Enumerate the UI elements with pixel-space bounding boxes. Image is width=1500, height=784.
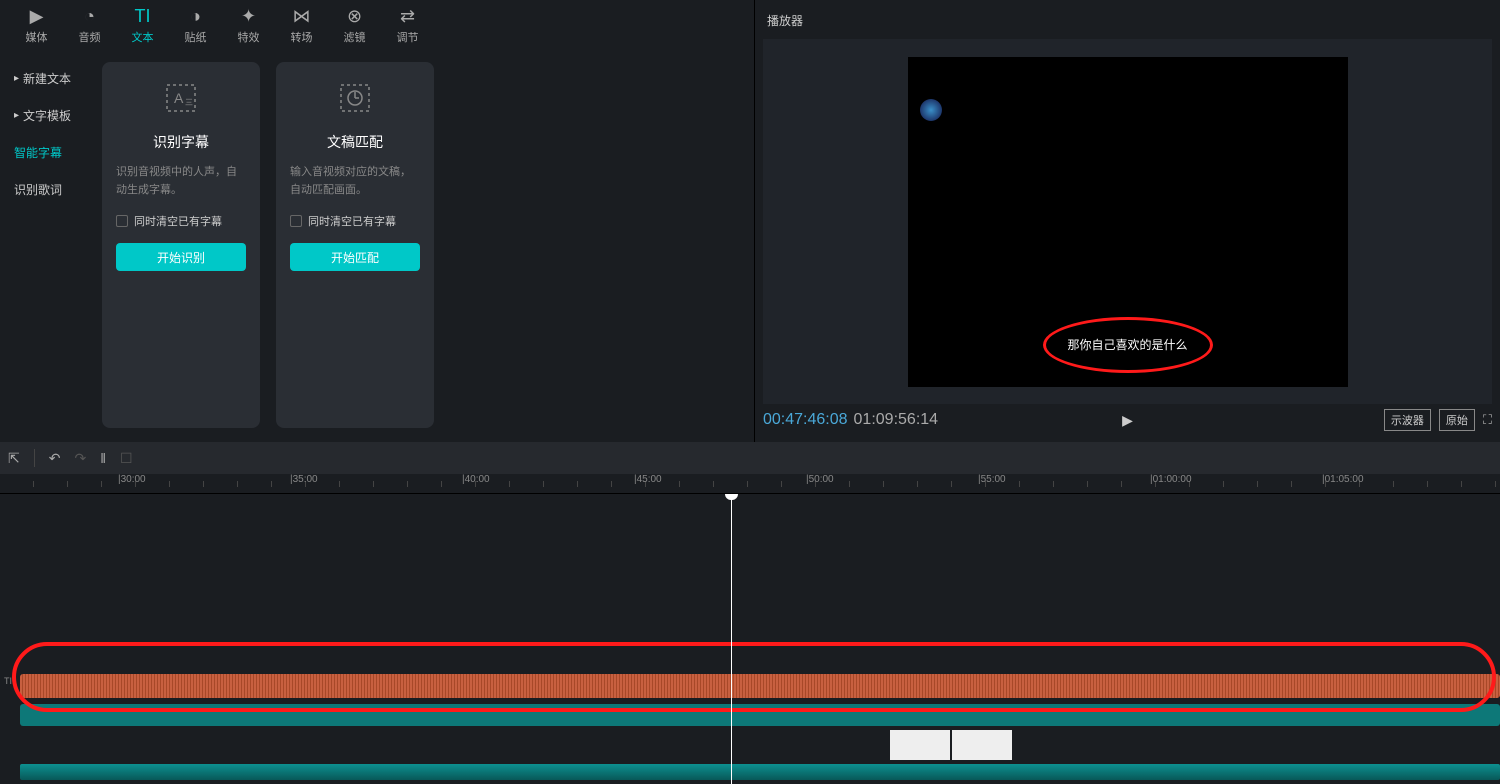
checkbox-icon xyxy=(116,215,128,227)
player-stage: 那你自己喜欢的是什么 xyxy=(763,39,1492,404)
ruler-tick: |45:00 xyxy=(634,474,662,485)
effects-icon: ✦ xyxy=(241,6,256,27)
sidebar-item-lyrics[interactable]: 识别歌词 xyxy=(0,171,90,208)
svg-text:A: A xyxy=(174,90,184,106)
tab-effects[interactable]: ✦特效 xyxy=(222,0,275,50)
audio-track[interactable] xyxy=(20,764,1500,780)
top-tabs: ▶媒体 ◔音频 TI文本 ◑贴纸 ✦特效 ⋈转场 ⊗滤镜 ⇄调节 xyxy=(0,0,754,50)
timeline-ruler[interactable]: |30:00 |35:00 |40:00 |45:00 |50:00 |55:0… xyxy=(0,474,1500,494)
card-checkbox-clear[interactable]: 同时清空已有字幕 xyxy=(290,213,420,229)
video-track[interactable] xyxy=(20,704,1500,726)
ruler-tick: |01:05:00 xyxy=(1322,474,1364,485)
ruler-tick: |40:00 xyxy=(462,474,490,485)
original-button[interactable]: 原始 xyxy=(1439,409,1475,431)
caret-icon: ▸ xyxy=(14,110,19,121)
svg-text:三: 三 xyxy=(185,98,193,107)
checkbox-icon xyxy=(290,215,302,227)
sidebar-item-smart-subtitle[interactable]: 智能字幕 xyxy=(0,134,90,171)
start-match-button[interactable]: 开始匹配 xyxy=(290,243,420,271)
video-logo-icon xyxy=(920,99,942,121)
card-desc: 识别音视频中的人声，自动生成字幕。 xyxy=(116,164,246,199)
track-marker-icon: TI xyxy=(4,676,12,686)
tab-transition[interactable]: ⋈转场 xyxy=(275,0,328,50)
side-menu: ▸新建文本 ▸文字模板 智能字幕 识别歌词 xyxy=(0,50,90,440)
ruler-tick: |55:00 xyxy=(978,474,1006,485)
ruler-tick: |01:00:00 xyxy=(1150,474,1192,485)
playhead-handle-icon[interactable] xyxy=(725,494,738,500)
tab-media[interactable]: ▶媒体 xyxy=(10,0,63,50)
current-time: 00:47:46:08 xyxy=(763,411,848,429)
tab-filter[interactable]: ⊗滤镜 xyxy=(328,0,381,50)
transition-icon: ⋈ xyxy=(293,6,311,27)
script-match-icon xyxy=(335,78,375,118)
thumbnail xyxy=(890,730,950,760)
ruler-tick: |35:00 xyxy=(290,474,318,485)
tab-audio[interactable]: ◔音频 xyxy=(63,0,116,50)
card-title: 识别字幕 xyxy=(153,132,209,152)
pointer-tool-icon[interactable]: ⇱ xyxy=(8,450,20,467)
subtitle-recognize-icon: A三 xyxy=(161,78,201,118)
card-recognize-subtitle: A三 识别字幕 识别音视频中的人声，自动生成字幕。 同时清空已有字幕 开始识别 xyxy=(102,62,260,428)
player-title: 播放器 xyxy=(763,6,1492,39)
caret-icon: ▸ xyxy=(14,73,19,84)
thumbnail-track[interactable] xyxy=(20,730,1500,760)
adjust-icon: ⇄ xyxy=(400,6,415,27)
timeline-tracks[interactable]: TI xyxy=(0,494,1500,784)
sticker-icon: ◑ xyxy=(190,6,201,27)
tab-sticker[interactable]: ◑贴纸 xyxy=(169,0,222,50)
video-preview[interactable]: 那你自己喜欢的是什么 xyxy=(908,57,1348,387)
ruler-tick: |50:00 xyxy=(806,474,834,485)
text-icon: TI xyxy=(135,6,151,27)
split-tool-icon[interactable]: ‖ xyxy=(100,450,106,466)
oscilloscope-button[interactable]: 示波器 xyxy=(1384,409,1431,431)
sidebar-item-new-text[interactable]: ▸新建文本 xyxy=(0,60,90,97)
card-title: 文稿匹配 xyxy=(327,132,383,152)
start-recognize-button[interactable]: 开始识别 xyxy=(116,243,246,271)
playhead[interactable] xyxy=(731,494,732,784)
play-button[interactable]: ▶ xyxy=(1122,412,1133,429)
thumbnail xyxy=(952,730,1012,760)
audio-icon: ◔ xyxy=(84,6,95,27)
sidebar-item-text-template[interactable]: ▸文字模板 xyxy=(0,97,90,134)
filter-icon: ⊗ xyxy=(347,6,362,27)
tab-adjust[interactable]: ⇄调节 xyxy=(381,0,434,50)
card-match-script: 文稿匹配 输入音视频对应的文稿，自动匹配画面。 同时清空已有字幕 开始匹配 xyxy=(276,62,434,428)
card-desc: 输入音视频对应的文稿，自动匹配画面。 xyxy=(290,164,420,199)
timeline-toolbar: ⇱ ↶ ↷ ‖ ☐ xyxy=(0,442,1500,474)
crop-tool-icon[interactable]: ☐ xyxy=(120,450,133,467)
total-time: 01:09:56:14 xyxy=(854,411,939,429)
undo-button[interactable]: ↶ xyxy=(49,450,61,467)
media-icon: ▶ xyxy=(30,6,44,27)
tab-text[interactable]: TI文本 xyxy=(116,0,169,50)
fullscreen-icon[interactable]: ⛶ xyxy=(1483,412,1492,428)
subtitle-track[interactable] xyxy=(20,674,1500,698)
card-checkbox-clear[interactable]: 同时清空已有字幕 xyxy=(116,213,246,229)
redo-button[interactable]: ↷ xyxy=(74,450,86,467)
ruler-tick: |30:00 xyxy=(118,474,146,485)
preview-subtitle: 那你自己喜欢的是什么 xyxy=(1067,336,1187,353)
